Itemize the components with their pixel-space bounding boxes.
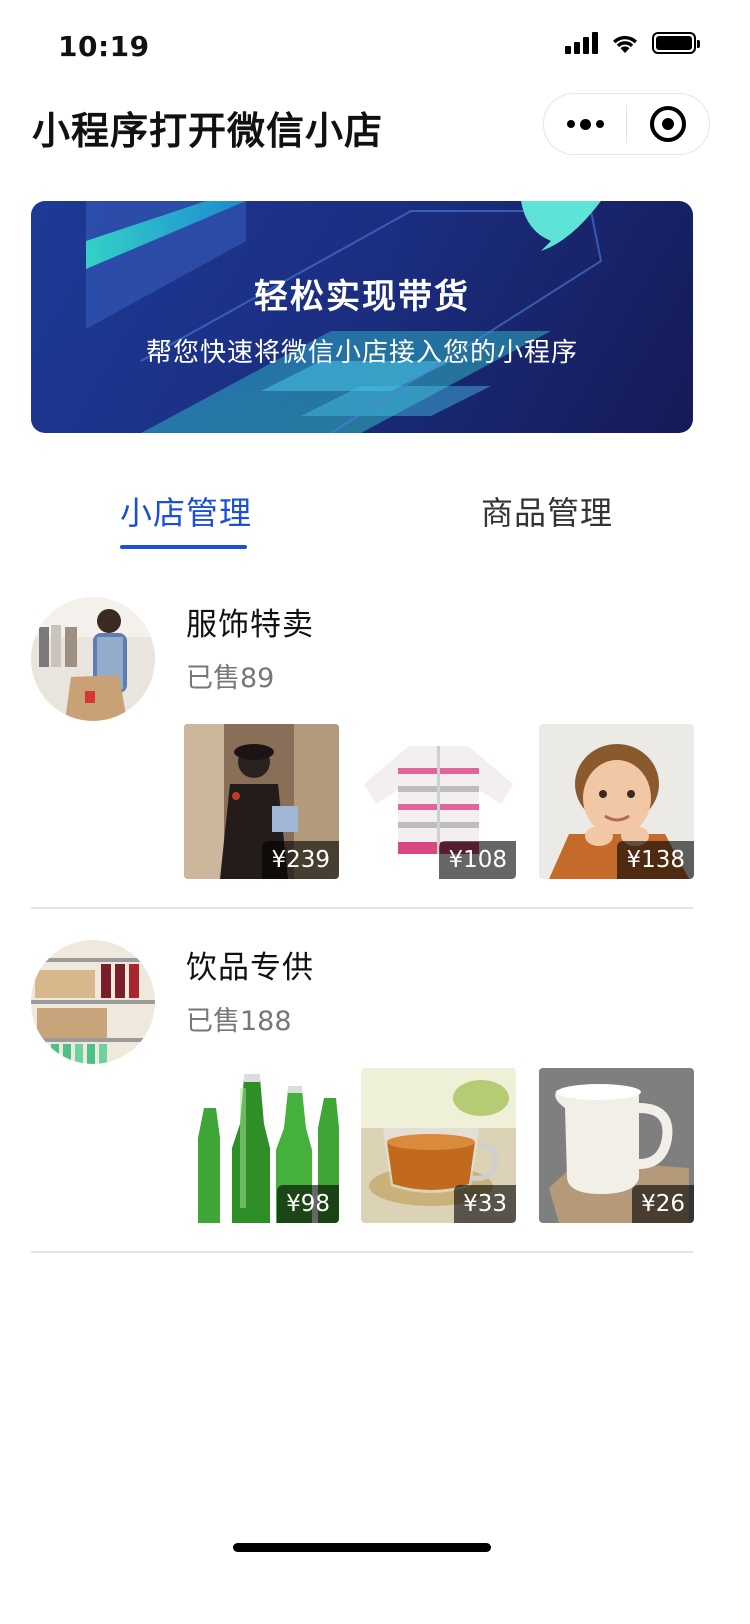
banner-subtitle: 帮您快速将微信小店接入您的小程序	[145, 338, 578, 368]
product-price: ¥98	[277, 1185, 339, 1223]
product-card[interactable]: ¥138	[539, 724, 694, 879]
product-card[interactable]: ¥108	[361, 724, 516, 879]
drink-shelf-photo-icon	[31, 940, 155, 1064]
tab-product-management[interactable]: 商品管理	[481, 488, 613, 534]
divider	[31, 907, 693, 909]
status-time: 10:19	[58, 30, 150, 63]
shop-avatar	[31, 940, 155, 1064]
shop-name: 饮品专供	[186, 950, 314, 986]
product-card[interactable]: ¥98	[184, 1068, 339, 1223]
shop-sold-count: 已售89	[186, 663, 275, 694]
product-card[interactable]: ¥33	[361, 1068, 516, 1223]
more-menu-button[interactable]	[544, 94, 626, 154]
shop-sold-count: 已售188	[186, 1006, 292, 1037]
product-price: ¥108	[439, 841, 516, 879]
divider	[31, 1251, 693, 1253]
home-indicator	[233, 1543, 491, 1552]
product-price: ¥33	[454, 1185, 516, 1223]
battery-icon	[652, 32, 700, 54]
shop-name: 服饰特卖	[186, 607, 314, 643]
wifi-icon	[613, 35, 637, 53]
product-card[interactable]: ¥26	[539, 1068, 694, 1223]
tab-shop-management[interactable]: 小店管理	[120, 488, 252, 534]
page-title: 小程序打开微信小店	[32, 109, 384, 153]
product-card[interactable]: ¥239	[184, 724, 339, 879]
product-price: ¥26	[632, 1185, 694, 1223]
clothing-store-photo-icon	[31, 597, 155, 721]
target-icon	[649, 106, 686, 142]
promo-banner[interactable]: 轻松实现带货 帮您快速将微信小店接入您的小程序	[31, 201, 693, 433]
close-miniprogram-button[interactable]	[627, 94, 709, 154]
product-price: ¥138	[617, 841, 694, 879]
banner-title: 轻松实现带货	[254, 277, 470, 317]
miniprogram-capsule	[543, 93, 710, 155]
product-price: ¥239	[262, 841, 339, 879]
cellular-signal-icon	[565, 32, 598, 54]
status-icons	[565, 32, 700, 54]
active-tab-indicator	[120, 545, 247, 549]
status-bar: 10:19	[0, 0, 750, 92]
shop-avatar	[31, 597, 155, 721]
